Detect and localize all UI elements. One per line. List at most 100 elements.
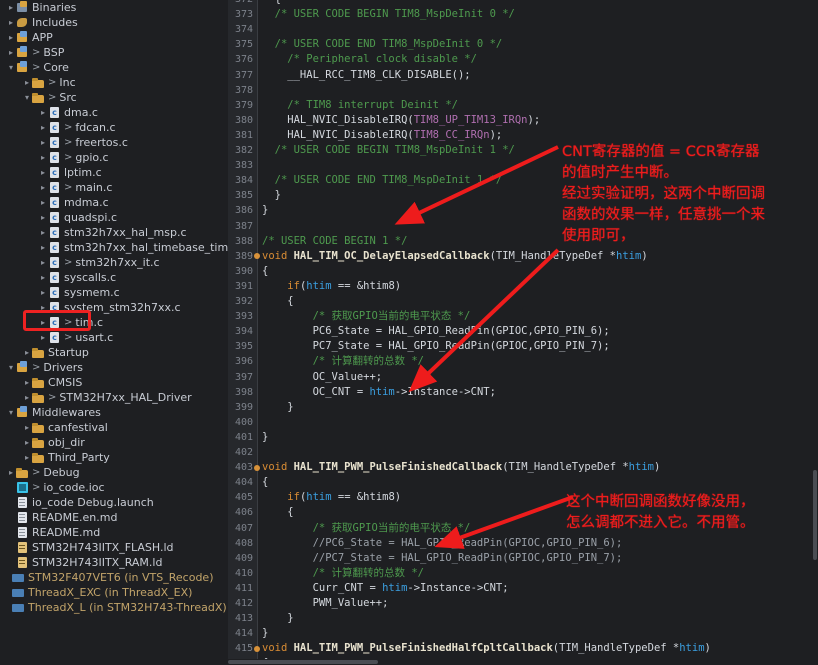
code-line[interactable]: 381 HAL_NVIC_DisableIRQ(TIM8_CC_IRQn);: [228, 128, 818, 143]
tree-item-stm32h743iitx_flash.ld[interactable]: STM32H743IITX_FLASH.ld: [0, 540, 228, 555]
code-line[interactable]: 389 void HAL_TIM_OC_DelayElapsedCallback(…: [228, 249, 818, 264]
chevron-right-icon[interactable]: [38, 330, 48, 345]
chevron-right-icon[interactable]: [22, 375, 32, 390]
chevron-right-icon[interactable]: [38, 165, 48, 180]
code-line[interactable]: 413 }: [228, 611, 818, 626]
chevron-down-icon[interactable]: [6, 360, 16, 375]
tree-item-src[interactable]: >Src: [0, 90, 228, 105]
chevron-right-icon[interactable]: [38, 135, 48, 150]
code-lines-container[interactable]: 372 {373 /* USER CODE BEGIN TIM8_MspDeIn…: [228, 0, 818, 665]
code-line[interactable]: 390 {: [228, 264, 818, 279]
code-line[interactable]: 399 }: [228, 400, 818, 415]
tree-item-bsp[interactable]: >BSP: [0, 45, 228, 60]
tree-item-tim.c[interactable]: >tim.c: [0, 315, 228, 330]
tree-item-sysmem.c[interactable]: sysmem.c: [0, 285, 228, 300]
tree-item-debug[interactable]: >Debug: [0, 465, 228, 480]
chevron-right-icon[interactable]: [38, 255, 48, 270]
tree-item-io_code.ioc[interactable]: > io_code.ioc: [0, 480, 228, 495]
code-line[interactable]: 410 /* 计算翻转的总数 */: [228, 566, 818, 581]
tree-item-drivers[interactable]: >Drivers: [0, 360, 228, 375]
code-line[interactable]: 393 /* 获取GPIO当前的电平状态 */: [228, 309, 818, 324]
tree-item-stm32h743iitx_ram.ld[interactable]: STM32H743IITX_RAM.ld: [0, 555, 228, 570]
code-line[interactable]: 391 if(htim == &htim8): [228, 279, 818, 294]
code-line[interactable]: 375 /* USER CODE END TIM8_MspDeInit 0 */: [228, 37, 818, 52]
tree-item-third_party[interactable]: Third_Party: [0, 450, 228, 465]
tree-item-stm32f407vet6-in-vts_recode-[interactable]: STM32F407VET6 (in VTS_Recode): [0, 570, 228, 585]
tree-item-stm32h7xx_it.c[interactable]: >stm32h7xx_it.c: [0, 255, 228, 270]
tree-item-fdcan.c[interactable]: >fdcan.c: [0, 120, 228, 135]
chevron-right-icon[interactable]: [38, 270, 48, 285]
code-line[interactable]: 400: [228, 415, 818, 430]
code-line[interactable]: 378: [228, 83, 818, 98]
code-line[interactable]: 392 {: [228, 294, 818, 309]
chevron-right-icon[interactable]: [38, 195, 48, 210]
tree-item-readme.md[interactable]: README.md: [0, 525, 228, 540]
chevron-right-icon[interactable]: [6, 15, 16, 30]
tree-item-stm32h7xx_hal_msp.c[interactable]: stm32h7xx_hal_msp.c: [0, 225, 228, 240]
tree-item-system_stm32h7xx.c[interactable]: system_stm32h7xx.c: [0, 300, 228, 315]
chevron-right-icon[interactable]: [38, 315, 48, 330]
chevron-right-icon[interactable]: [22, 390, 32, 405]
tree-item-mdma.c[interactable]: mdma.c: [0, 195, 228, 210]
tree-item-stm32h7xx_hal_driver[interactable]: >STM32H7xx_HAL_Driver: [0, 390, 228, 405]
chevron-right-icon[interactable]: [22, 345, 32, 360]
chevron-right-icon[interactable]: [22, 435, 32, 450]
tree-item-freertos.c[interactable]: >freertos.c: [0, 135, 228, 150]
tree-item-usart.c[interactable]: >usart.c: [0, 330, 228, 345]
chevron-right-icon[interactable]: [38, 180, 48, 195]
chevron-right-icon[interactable]: [38, 300, 48, 315]
tree-item-binaries[interactable]: Binaries: [0, 0, 228, 15]
tree-item-includes[interactable]: Includes: [0, 15, 228, 30]
tree-item-threadx_exc-in-threadx_ex-[interactable]: ThreadX_EXC (in ThreadX_EX): [0, 585, 228, 600]
horizontal-scrollbar[interactable]: [228, 659, 812, 665]
code-line[interactable]: 397 OC_Value++;: [228, 370, 818, 385]
chevron-right-icon[interactable]: [6, 30, 16, 45]
code-line[interactable]: 374: [228, 22, 818, 37]
code-line[interactable]: 395 PC7_State = HAL_GPIO_ReadPin(GPIOC,G…: [228, 339, 818, 354]
tree-item-cmsis[interactable]: CMSIS: [0, 375, 228, 390]
code-line[interactable]: 373 /* USER CODE BEGIN TIM8_MspDeInit 0 …: [228, 7, 818, 22]
source-editor[interactable]: 372 {373 /* USER CODE BEGIN TIM8_MspDeIn…: [228, 0, 818, 665]
tree-item-canfestival[interactable]: canfestival: [0, 420, 228, 435]
chevron-right-icon[interactable]: [38, 150, 48, 165]
tree-item-quadspi.c[interactable]: quadspi.c: [0, 210, 228, 225]
tree-item-gpio.c[interactable]: >gpio.c: [0, 150, 228, 165]
code-line[interactable]: 379 /* TIM8 interrupt Deinit */: [228, 98, 818, 113]
code-line[interactable]: 402: [228, 445, 818, 460]
code-line[interactable]: 409 //PC7_State = HAL_GPIO_ReadPin(GPIOC…: [228, 551, 818, 566]
chevron-down-icon[interactable]: [6, 405, 16, 420]
chevron-right-icon[interactable]: [22, 75, 32, 90]
chevron-right-icon[interactable]: [38, 210, 48, 225]
chevron-right-icon[interactable]: [22, 420, 32, 435]
code-line[interactable]: 377 __HAL_RCC_TIM8_CLK_DISABLE();: [228, 68, 818, 83]
code-line[interactable]: 415 void HAL_TIM_PWM_PulseFinishedHalfCpl…: [228, 641, 818, 656]
tree-item-middlewares[interactable]: Middlewares: [0, 405, 228, 420]
tree-item-lptim.c[interactable]: lptim.c: [0, 165, 228, 180]
tree-item-inc[interactable]: >Inc: [0, 75, 228, 90]
chevron-down-icon[interactable]: [22, 90, 32, 105]
chevron-right-icon[interactable]: [38, 285, 48, 300]
tree-item-main.c[interactable]: >main.c: [0, 180, 228, 195]
tree-item-core[interactable]: >Core: [0, 60, 228, 75]
code-line[interactable]: 401}: [228, 430, 818, 445]
chevron-right-icon[interactable]: [6, 0, 16, 15]
vertical-scrollbar[interactable]: [812, 0, 818, 665]
chevron-right-icon[interactable]: [6, 45, 16, 60]
code-line[interactable]: 398 OC_CNT = htim->Instance->CNT;: [228, 385, 818, 400]
code-line[interactable]: 408 //PC6_State = HAL_GPIO_ReadPin(GPIOC…: [228, 536, 818, 551]
code-line[interactable]: 411 Curr_CNT = htim->Instance->CNT;: [228, 581, 818, 596]
chevron-right-icon[interactable]: [38, 105, 48, 120]
chevron-right-icon[interactable]: [38, 120, 48, 135]
vertical-scrollbar-thumb[interactable]: [813, 470, 817, 560]
code-line[interactable]: 404 {: [228, 475, 818, 490]
code-line[interactable]: 412 PWM_Value++;: [228, 596, 818, 611]
code-line[interactable]: 376 /* Peripheral clock disable */: [228, 52, 818, 67]
tree-item-stm32h7xx_hal_timebase_tim.c[interactable]: stm32h7xx_hal_timebase_tim.c: [0, 240, 228, 255]
code-line[interactable]: 372 {: [228, 0, 818, 7]
code-line[interactable]: 396 /* 计算翻转的总数 */: [228, 354, 818, 369]
code-line[interactable]: 394 PC6_State = HAL_GPIO_ReadPin(GPIOC,G…: [228, 324, 818, 339]
tree-item-readme.en.md[interactable]: README.en.md: [0, 510, 228, 525]
chevron-down-icon[interactable]: [6, 60, 16, 75]
tree-item-syscalls.c[interactable]: syscalls.c: [0, 270, 228, 285]
chevron-right-icon[interactable]: [38, 240, 48, 255]
